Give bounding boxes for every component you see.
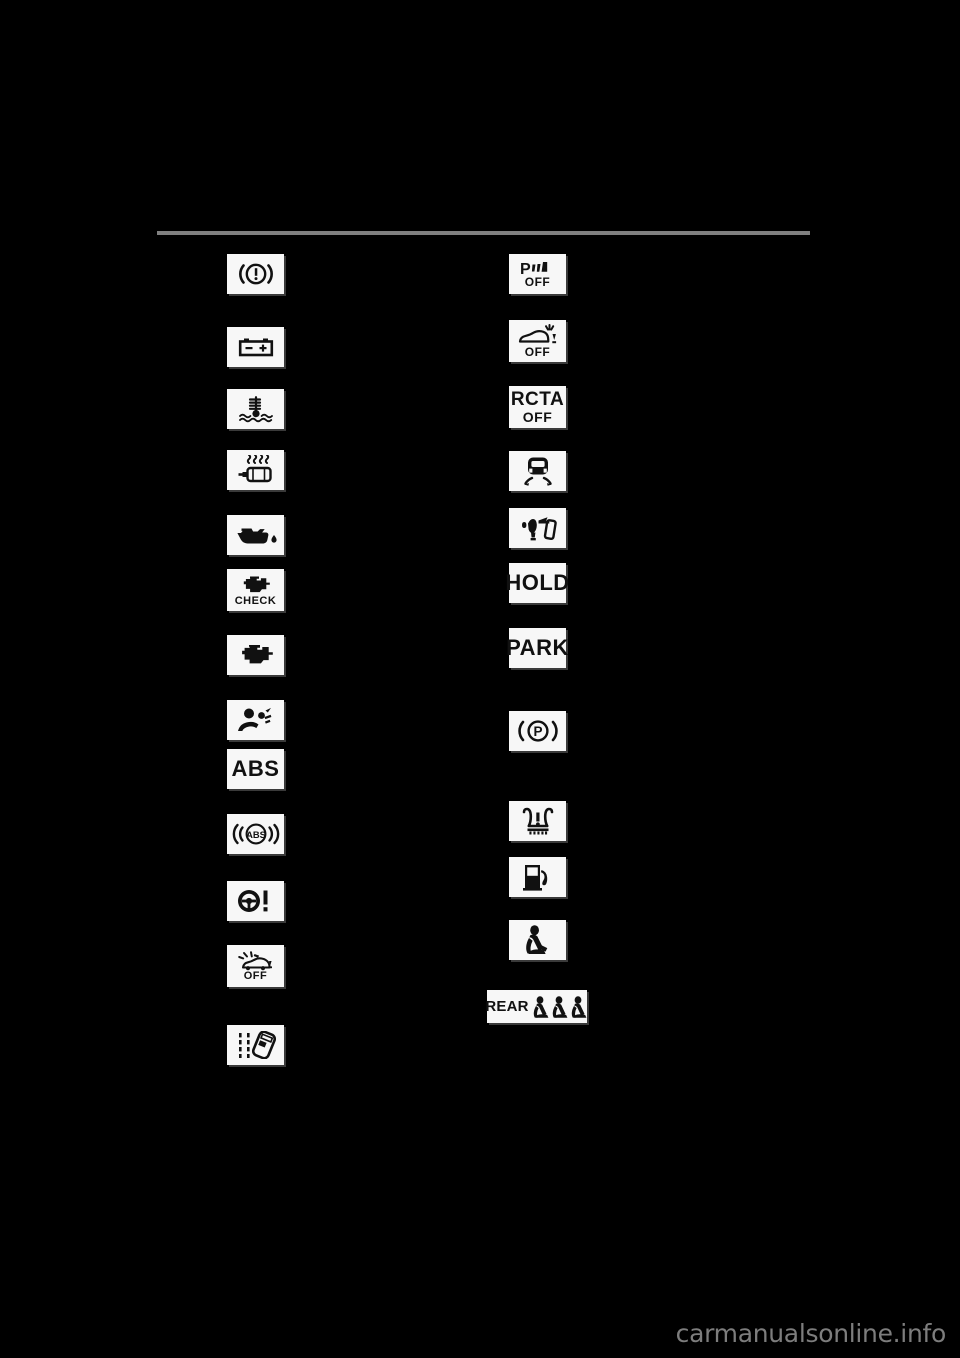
header-rule [157,231,810,235]
malfunction-indicator-light [227,635,284,675]
parking-assist-off-indicator: P OFF [509,254,566,294]
svg-text:P: P [520,261,531,276]
trailer-sway-control-indicator [509,508,566,548]
airbag-icon [236,707,276,733]
skid-control-icon [521,456,555,486]
blind-spot-off-icon [516,324,560,346]
parking-sonar-off-icon: P [516,260,560,276]
svg-text:P: P [533,724,542,739]
engine-check-icon [239,574,273,594]
electric-parking-brake-indicator: P [509,711,566,751]
engine-icon [236,643,276,667]
bsm-off-indicator: OFF [509,320,566,362]
lane-departure-icon [236,1031,276,1059]
parking-brake-p-icon: P [516,718,560,744]
engine-oil-pressure-warning-light [227,515,284,555]
abs-label: ABS [231,756,280,781]
abs-circle-icon: ABS [231,821,281,847]
front-seat-belt-reminder-light [509,920,566,960]
srs-airbag-warning-light [227,700,284,740]
svg-text:ABS: ABS [246,829,266,840]
trailer-sway-icon [518,514,558,542]
seat-belt-icon [521,925,555,955]
rcta-label: RCTA [510,389,565,410]
pcs-off-label: OFF [243,969,268,982]
electric-power-steering-warning-light [227,881,284,921]
oil-can-icon [234,523,278,547]
vsc-skid-control-indicator [509,451,566,491]
diesel-glow-plug-indicator [227,450,284,490]
fuel-pump-icon [521,863,555,891]
hold-label: HOLD [505,570,570,595]
lane-departure-alert-indicator [227,1025,284,1065]
charging-system-warning-light [227,327,284,367]
hold-indicator: HOLD [505,563,569,603]
manual-page: CHECK ABS ABS OFF P OFF OFF RCTA OFF HOL… [0,0,960,1358]
tire-pressure-warning-light [509,801,566,841]
tire-pressure-icon [518,807,558,835]
check-engine-warning-light: CHECK [227,569,284,611]
abs-warning-light: ABS [227,749,284,789]
pcs-off-icon [236,950,276,971]
rear-label: REAR [485,998,529,1015]
brake-system-warning-light [227,254,284,294]
rear-seat-belt-icon [533,995,589,1019]
parking-assist-off-label: OFF [524,275,551,289]
abs-indicator-light: ABS [227,814,284,854]
low-fuel-level-warning-light [509,857,566,897]
pre-collision-system-off-indicator: OFF [227,945,284,987]
rcta-off-indicator: RCTA OFF [509,386,566,428]
rear-seat-belt-reminder-light: REAR [485,990,589,1023]
coolant-temp-icon [237,395,275,423]
park-label: PARK [506,635,569,660]
park-indicator: PARK [506,628,569,668]
brake-warning-icon [236,261,276,287]
glow-plug-icon [236,455,276,485]
engine-coolant-temperature-warning-light [227,389,284,429]
bsm-off-label: OFF [524,345,551,359]
steering-wheel-warning-icon [235,888,277,914]
battery-icon [237,335,275,359]
watermark: carmanualsonline.info [675,1319,947,1348]
check-engine-label: CHECK [234,594,277,607]
rcta-off-label: OFF [522,409,553,425]
